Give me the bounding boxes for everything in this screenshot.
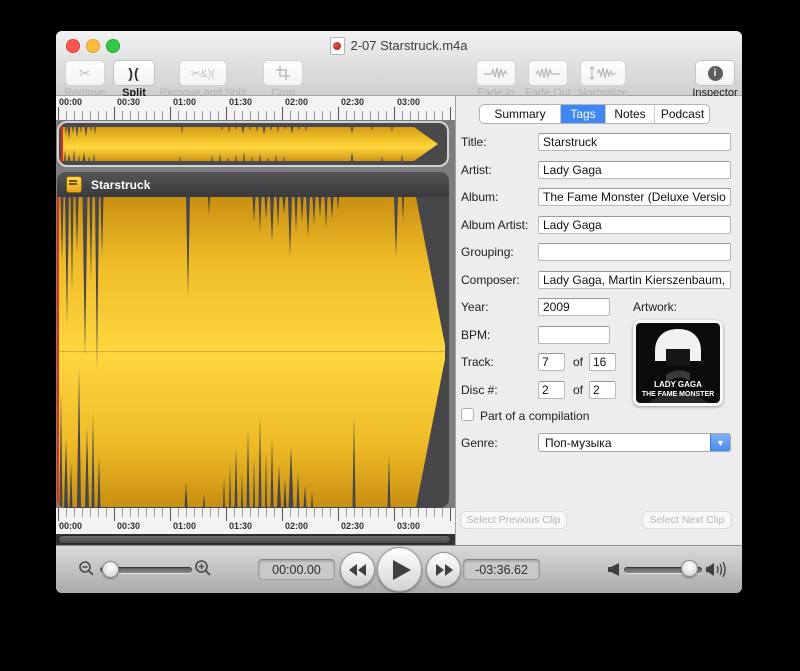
overview-playhead[interactable] [61,126,63,162]
genre-dropdown[interactable]: Поп-музыка ▼ [538,433,731,452]
disc-number-field[interactable] [538,381,565,399]
fast-forward-button[interactable] [426,552,461,587]
zoom-in-icon[interactable] [194,559,212,577]
select-previous-clip-button[interactable]: Select Previous Clip [460,511,567,529]
disc-total-field[interactable] [589,381,616,399]
elapsed-time-display: 00:00.00 [258,559,335,580]
window-title: 2-07 Starstruck.m4a [350,38,467,53]
chevron-down-icon: ▼ [710,434,730,451]
timeline-ruler-top[interactable]: 00:00 00:30 01:00 01:30 02:00 02:30 03:0… [56,96,455,120]
rewind-button[interactable] [340,552,375,587]
window-chrome: 2-07 Starstruck.m4a ✂ Remove )( Split ✂&… [56,31,742,96]
title-field[interactable] [538,133,731,151]
titlebar: 2-07 Starstruck.m4a [56,37,742,54]
waveform-pane: 00:00 00:30 01:00 01:30 02:00 02:30 03:0… [56,96,455,545]
rewind-icon [349,564,367,576]
title-label: Title: [461,135,487,149]
artwork-well[interactable]: LADY GAGA THE FAME MONSTER [633,320,723,406]
remaining-time-display: -03:36.62 [463,559,540,580]
fast-forward-icon [435,564,453,576]
year-field[interactable] [538,298,610,316]
crop-button: Crop [233,60,333,99]
tab-summary[interactable]: Summary [480,105,561,123]
artist-label: Artist: [461,163,492,177]
tab-tags[interactable]: Tags [561,105,606,123]
composer-field[interactable] [538,271,731,289]
select-next-clip-button[interactable]: Select Next Clip [642,511,732,529]
overview-waveform[interactable] [57,121,449,167]
compilation-label: Part of a compilation [480,409,589,423]
scissors-split-icon: ✂&)( [191,67,215,80]
track-label: Track: [461,355,494,369]
track-number-field[interactable] [538,353,565,371]
track-of-label: of [573,355,583,369]
composer-label: Composer: [461,273,520,287]
genre-value: Поп-музыка [545,436,612,450]
bpm-label: BPM: [461,328,490,342]
main-waveform-graphic[interactable] [58,197,448,507]
album-label: Album: [461,190,498,204]
volume-min-icon[interactable] [608,563,620,576]
horizontal-scrollbar[interactable] [56,534,455,545]
play-icon [393,560,411,580]
artwork-label: Artwork: [633,300,677,314]
album-artist-field[interactable] [538,216,731,234]
play-button[interactable] [377,547,422,592]
overview-waveform-graphic [62,126,444,162]
inspector-button[interactable]: i Inspector [665,60,742,99]
major-ticks [56,508,455,521]
document-icon [330,37,345,55]
normalize-button: Normalize [553,60,653,99]
major-ticks [56,107,455,120]
volume-max-icon[interactable] [706,560,729,579]
timeline-ruler-bottom[interactable]: 00:00 00:30 01:00 01:30 02:00 02:30 03:0… [56,508,455,534]
genre-label: Genre: [461,436,498,450]
clip-header[interactable]: Starstruck [57,172,449,197]
grouping-field[interactable] [538,243,731,261]
album-artist-label: Album Artist: [461,218,528,232]
artist-field[interactable] [538,161,731,179]
svg-text:THE FAME MONSTER: THE FAME MONSTER [642,391,714,398]
split-icon: )( [128,65,139,81]
album-field[interactable] [538,188,731,206]
playhead[interactable] [57,197,59,506]
transport-bar: 00:00.00 -03:36.62 [56,545,742,593]
info-icon: i [708,66,723,81]
scrollbar-thumb[interactable] [58,535,451,544]
tab-podcast[interactable]: Podcast [655,105,710,123]
inspector-tabs: Summary Tags Notes Podcast [479,104,710,124]
disc-of-label: of [573,383,583,397]
app-window: 2-07 Starstruck.m4a ✂ Remove )( Split ✂&… [56,31,742,593]
svg-text:LADY GAGA: LADY GAGA [654,380,702,389]
screen: 2-07 Starstruck.m4a ✂ Remove )( Split ✂&… [0,0,800,671]
year-label: Year: [461,300,489,314]
compilation-checkbox[interactable] [461,408,474,421]
tab-notes[interactable]: Notes [606,105,655,123]
normalize-icon [588,65,618,81]
audio-clip[interactable]: Starstruck [57,172,449,508]
aac-file-icon [66,176,82,193]
clip-name: Starstruck [91,178,150,192]
album-art: LADY GAGA THE FAME MONSTER [636,323,720,403]
zoom-slider-knob[interactable] [102,561,119,578]
disc-label: Disc #: [461,383,498,397]
grouping-label: Grouping: [461,245,514,259]
volume-slider-knob[interactable] [681,560,698,577]
inspector-panel: Summary Tags Notes Podcast Title: Artist… [455,96,742,545]
zoom-out-icon[interactable] [78,560,95,577]
track-total-field[interactable] [589,353,616,371]
bpm-field[interactable] [538,326,610,344]
crop-icon [275,65,291,81]
